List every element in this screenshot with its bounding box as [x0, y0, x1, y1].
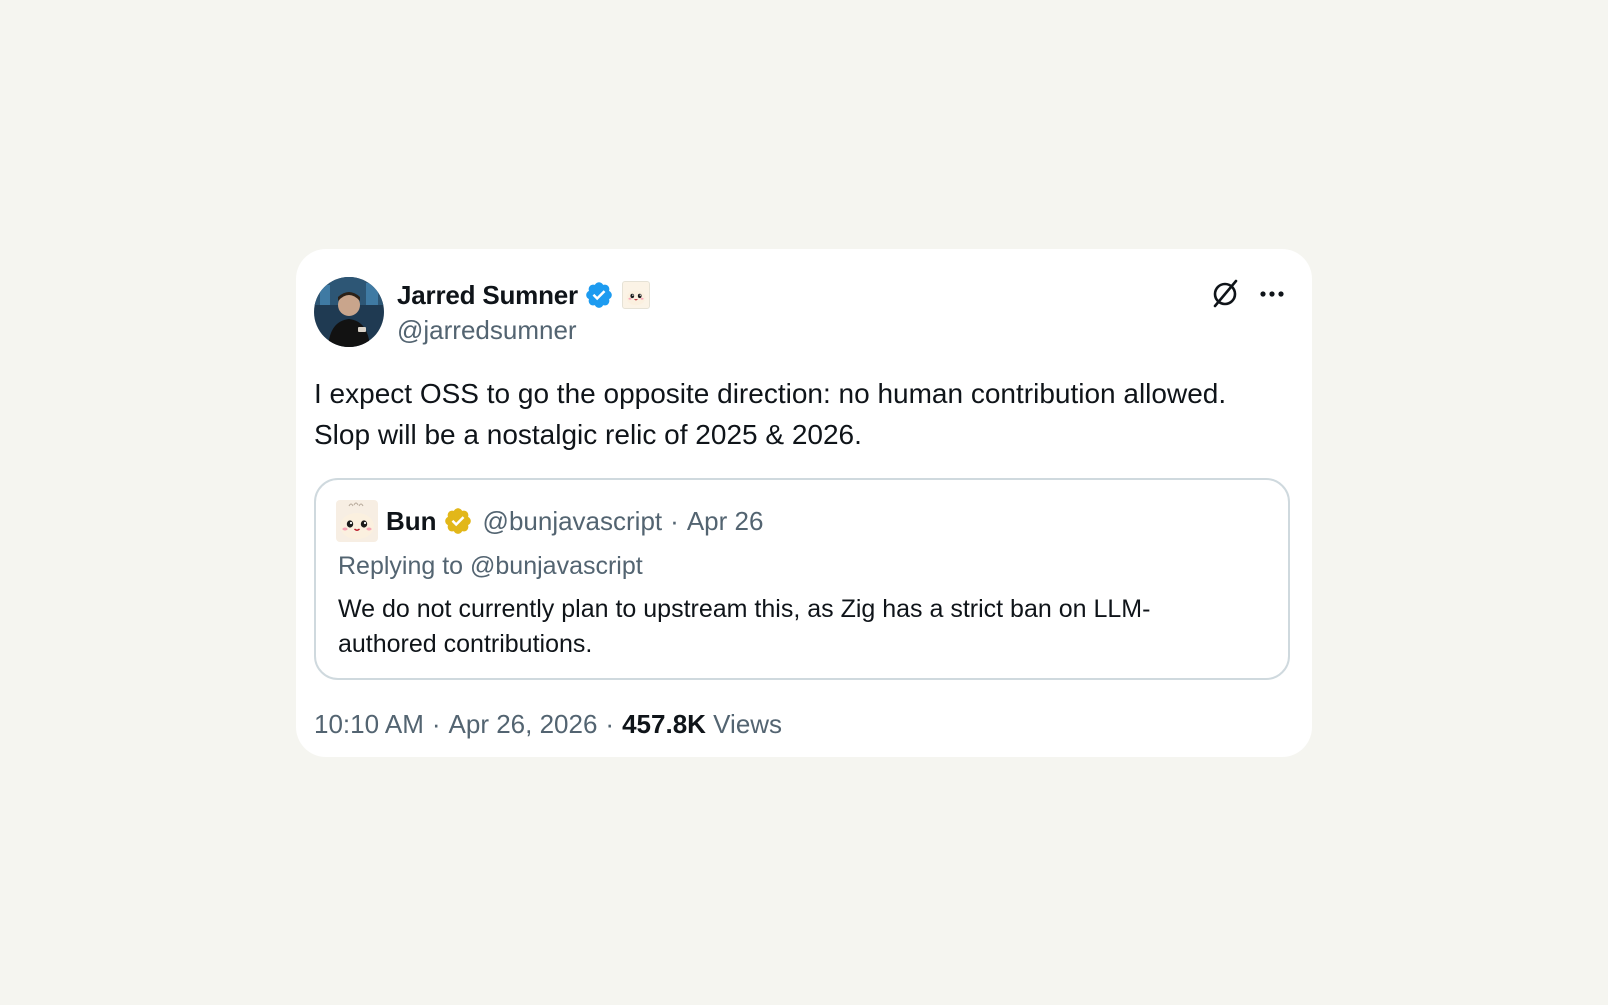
gold-verified-badge-icon	[444, 508, 471, 534]
quoted-author-name[interactable]: Bun	[386, 506, 437, 537]
quoted-tweet[interactable]: Bun @bunjavascript · Apr 26 Replying to …	[314, 478, 1290, 680]
quoted-separator: ·	[670, 505, 679, 536]
author-handle[interactable]: @jarredsumner	[397, 315, 577, 346]
blue-verified-badge-icon	[586, 282, 612, 308]
author-name-row: Jarred Sumner	[397, 279, 650, 311]
person-avatar-icon	[314, 277, 384, 347]
x-logo-icon[interactable]	[1208, 277, 1242, 311]
footer-separator: ·	[605, 709, 615, 739]
tweet-time[interactable]: 10:10 AM	[314, 709, 424, 739]
footer-separator: ·	[431, 709, 441, 739]
tweet-footer: 10:10 AM · Apr 26, 2026 · 457.8K Views	[314, 709, 782, 740]
quoted-author-avatar[interactable]	[336, 500, 378, 542]
quoted-date[interactable]: Apr 26	[687, 506, 764, 537]
quoted-author-handle[interactable]: @bunjavascript	[483, 506, 663, 537]
bun-mascot-badge-icon[interactable]	[621, 281, 650, 309]
views-count: 457.8K	[622, 709, 706, 739]
quoted-replying-to: Replying to @bunjavascript	[338, 552, 643, 580]
tweet-card: Jarred Sumner @jarredsumner I expect OSS…	[296, 249, 1312, 757]
more-options-icon[interactable]	[1254, 277, 1290, 311]
author-name[interactable]: Jarred Sumner	[397, 280, 578, 311]
bun-mascot-avatar-icon	[336, 500, 378, 542]
views-label: Views	[713, 709, 783, 739]
tweet-date[interactable]: Apr 26, 2026	[449, 709, 598, 739]
quoted-tweet-text: We do not currently plan to upstream thi…	[338, 595, 1151, 658]
quoted-tweet-header: Bun @bunjavascript · Apr 26	[336, 500, 763, 542]
tweet-text: I expect OSS to go the opposite directio…	[314, 378, 1227, 450]
author-avatar[interactable]	[314, 277, 384, 347]
